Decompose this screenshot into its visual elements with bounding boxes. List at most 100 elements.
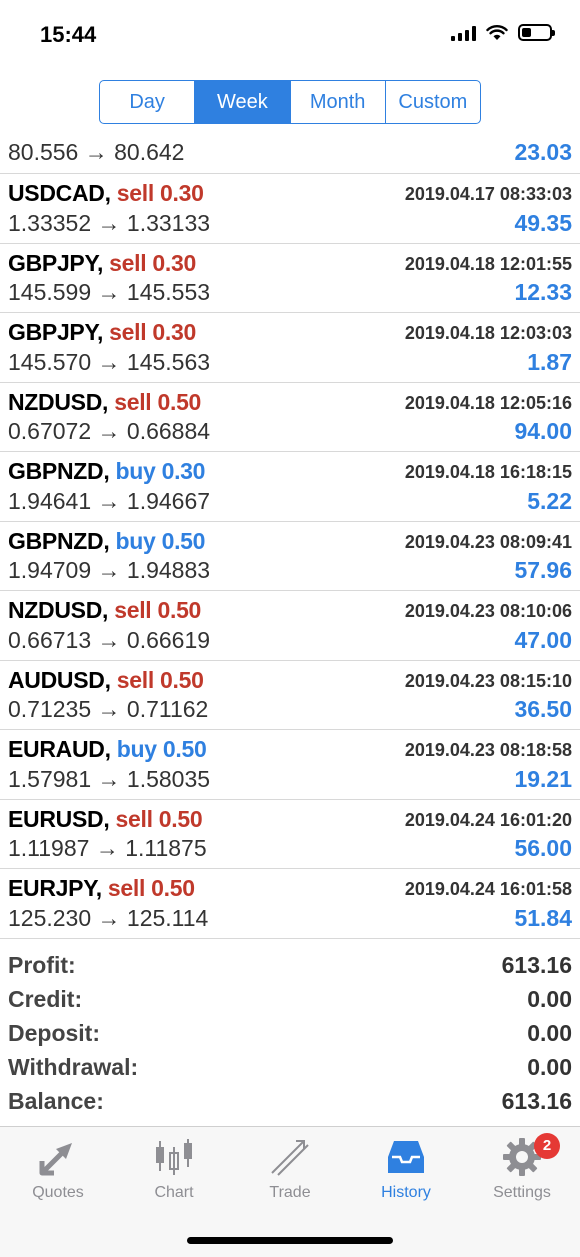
summary-row: Deposit: 0.00 [0,1018,580,1052]
trade-symbol: GBPJPY, sell 0.30 [8,319,196,346]
trade-symbol-name: AUDUSD [8,666,105,693]
trade-symbol: EURJPY, sell 0.50 [8,875,195,902]
trade-prices: 0.67072 → 0.66884 [8,418,211,444]
trade-symbol: GBPJPY, sell 0.30 [8,250,196,277]
trade-symbol-name: GBPNZD [8,527,104,554]
trade-symbol-separator: , [96,249,110,276]
summary-value: 613.16 [501,1088,572,1114]
trade-profit: 94.00 [514,418,572,444]
trade-profit: 23.03 [514,139,572,165]
trade-line-icon [271,1140,309,1176]
trade-side: sell [116,666,154,693]
trade-profit: 56.00 [514,835,572,861]
trade-side: buy [116,736,157,762]
summary-label: Credit: [8,986,83,1012]
segment-day[interactable]: Day [100,81,196,123]
segment-week[interactable]: Week [195,81,291,123]
trade-prices: 145.570 → 145.563 [8,348,211,375]
trade-date: 2019.04.18 12:05:16 [404,392,572,413]
trade-row[interactable]: GBPNZD, buy 0.30 2019.04.18 16:18:15 1.946… [0,452,580,522]
trade-row[interactable]: GBPNZD, buy 0.50 2019.04.23 08:09:41 1.947… [0,522,580,591]
tab-quotes[interactable]: Quotes [0,1127,116,1219]
trade-profit: 19.21 [514,765,572,792]
trade-date: 2019.04.18 12:01:55 [404,253,572,274]
trade-volume: 0.50 [162,736,207,762]
trade-side: sell [109,319,147,345]
summary-row: Profit: 613.16 [0,950,580,984]
trade-symbol-separator: , [104,180,117,206]
trade-symbol-separator: , [104,666,117,693]
trade-row[interactable]: EURJPY, sell 0.50 2019.04.24 16:01:58 125.… [0,869,580,939]
trade-symbol-name: EURJPY [8,875,96,901]
trade-symbol: NZDUSD, sell 0.50 [8,389,201,416]
trade-volume: 0.30 [160,180,204,206]
trade-row-partial[interactable]: 80.556 → 80.642 23.03 [0,136,580,174]
trade-symbol-name: GBPJPY [8,249,97,276]
status-icons [451,24,555,41]
trade-row[interactable]: NZDUSD, sell 0.50 2019.04.23 08:10:06 0.66… [0,591,580,661]
summary-label: Balance: [8,1088,104,1114]
trade-profit: 1.87 [527,348,572,375]
trade-row[interactable]: GBPJPY, sell 0.30 2019.04.18 12:03:03 145.… [0,313,580,383]
trade-symbol-separator: , [104,736,117,762]
trade-row[interactable]: USDCAD, sell 0.30 2019.04.17 08:33:03 1.33… [0,174,580,244]
segment-custom[interactable]: Custom [386,81,480,123]
trade-side: sell [114,388,152,415]
trade-symbol-separator: , [95,875,108,901]
tab-quotes-label: Quotes [32,1184,84,1201]
trade-symbol: EURAUD, buy 0.50 [8,736,207,763]
trade-row[interactable]: NZDUSD, sell 0.50 2019.04.18 12:05:16 0.67… [0,383,580,452]
trade-date: 2019.04.23 08:15:10 [404,670,572,691]
inbox-tray-icon [388,1141,424,1173]
trade-prices: 0.66713 → 0.66619 [8,626,211,653]
trade-prices: 1.11987 → 1.11875 [8,835,207,861]
cellular-signal-icon [451,25,476,41]
tab-settings-label: Settings [493,1184,551,1201]
trade-prices: 1.33352 → 1.33133 [8,209,211,236]
trade-symbol-separator: , [103,458,116,484]
trade-side: buy [115,527,156,554]
trade-history-list[interactable]: 80.556 → 80.642 23.03 USDCAD, sell 0.30 2… [0,136,580,939]
trade-date: 2019.04.17 08:33:03 [404,184,572,204]
tab-chart-label: Chart [154,1184,194,1201]
trade-volume: 0.30 [161,458,206,484]
summary-value: 613.16 [501,952,572,978]
settings-badge: 2 [534,1133,560,1159]
trade-symbol: GBPNZD, buy 0.50 [8,528,205,555]
summary-value: 0.00 [527,1020,572,1046]
trade-profit: 5.22 [527,487,572,514]
trade-volume: 0.50 [157,388,202,415]
home-indicator [187,1237,393,1244]
trade-date: 2019.04.18 16:18:15 [404,462,572,482]
trade-symbol-name: EURUSD [8,805,104,832]
trade-side: sell [115,805,153,832]
summary-row: Credit: 0.00 [0,984,580,1018]
summary-label: Profit: [8,952,76,978]
trade-volume: 0.50 [157,597,202,623]
trade-row[interactable]: AUDUSD, sell 0.50 2019.04.23 08:15:10 0.71… [0,661,580,730]
trade-volume: 0.50 [160,666,204,693]
segment-month[interactable]: Month [291,81,386,123]
trade-row[interactable]: EURUSD, sell 0.50 2019.04.24 16:01:20 1.11… [0,800,580,869]
summary-label: Deposit: [8,1020,100,1046]
trade-symbol-separator: , [96,319,110,345]
trade-side: sell [107,875,146,901]
trade-row[interactable]: EURAUD, buy 0.50 2019.04.23 08:18:58 1.579… [0,730,580,800]
trade-volume: 0.50 [151,875,195,901]
trade-row[interactable]: GBPJPY, sell 0.30 2019.04.18 12:01:55 145.… [0,244,580,313]
trade-side: sell [114,597,152,623]
tab-settings[interactable]: 2 Settings [464,1127,580,1219]
trade-prices: 1.94709 → 1.94883 [8,557,211,583]
tab-trade[interactable]: Trade [232,1127,348,1219]
trade-date: 2019.04.24 16:01:20 [404,809,572,830]
trade-symbol-separator: , [102,388,115,415]
status-time: 15:44 [40,22,97,47]
trade-symbol-name: GBPNZD [8,458,104,484]
tab-chart[interactable]: Chart [116,1127,232,1219]
trade-prices: 125.230 → 125.114 [8,904,209,931]
trade-symbol-separator: , [103,527,116,554]
trade-prices: 145.599 → 145.553 [8,279,211,305]
period-segmented-control: Day Week Month Custom [99,80,481,124]
tab-history[interactable]: History [348,1127,464,1219]
trade-prices: 1.57981 → 1.58035 [8,765,211,792]
